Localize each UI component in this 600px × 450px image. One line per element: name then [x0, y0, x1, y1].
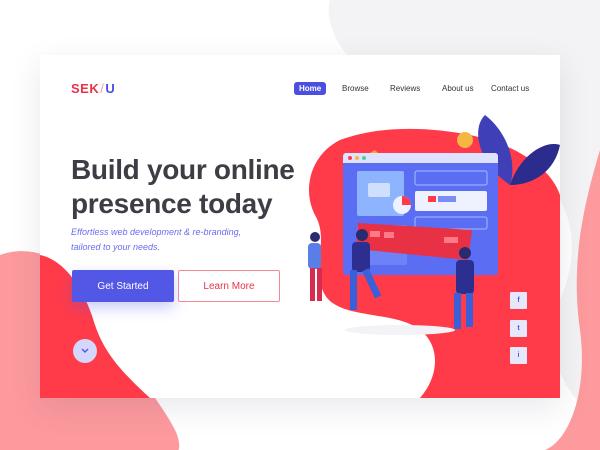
landing-card: SEK/U Home Browse Reviews About us Conta…: [40, 55, 560, 398]
info-icon[interactable]: i: [510, 347, 527, 364]
chevron-down-icon: [81, 348, 89, 353]
twitter-icon[interactable]: t: [510, 320, 527, 337]
nav-item-browse[interactable]: Browse: [342, 82, 369, 95]
headline-line-1: Build your online: [71, 154, 295, 185]
headline-line-2: presence today: [71, 188, 273, 219]
logo[interactable]: SEK/U: [71, 81, 115, 96]
scroll-down-button[interactable]: [73, 339, 97, 363]
nav-item-contact-us[interactable]: Contact us: [491, 82, 529, 95]
learn-more-button[interactable]: Learn More: [178, 270, 280, 302]
nav-item-about-us[interactable]: About us: [442, 82, 474, 95]
subtitle-line-2: tailored to your needs.: [71, 242, 161, 252]
logo-part2: U: [105, 81, 116, 96]
nav-item-reviews[interactable]: Reviews: [390, 82, 420, 95]
facebook-icon[interactable]: f: [510, 292, 527, 309]
subtitle-line-1: Effortless web development & re-branding…: [71, 227, 242, 237]
get-started-button[interactable]: Get Started: [72, 270, 174, 302]
hero-headline: Build your online presence today: [71, 153, 331, 221]
hero-subtitle: Effortless web development & re-branding…: [71, 225, 291, 255]
nav-item-home[interactable]: Home: [294, 82, 327, 95]
logo-part1: SEK: [71, 81, 100, 96]
